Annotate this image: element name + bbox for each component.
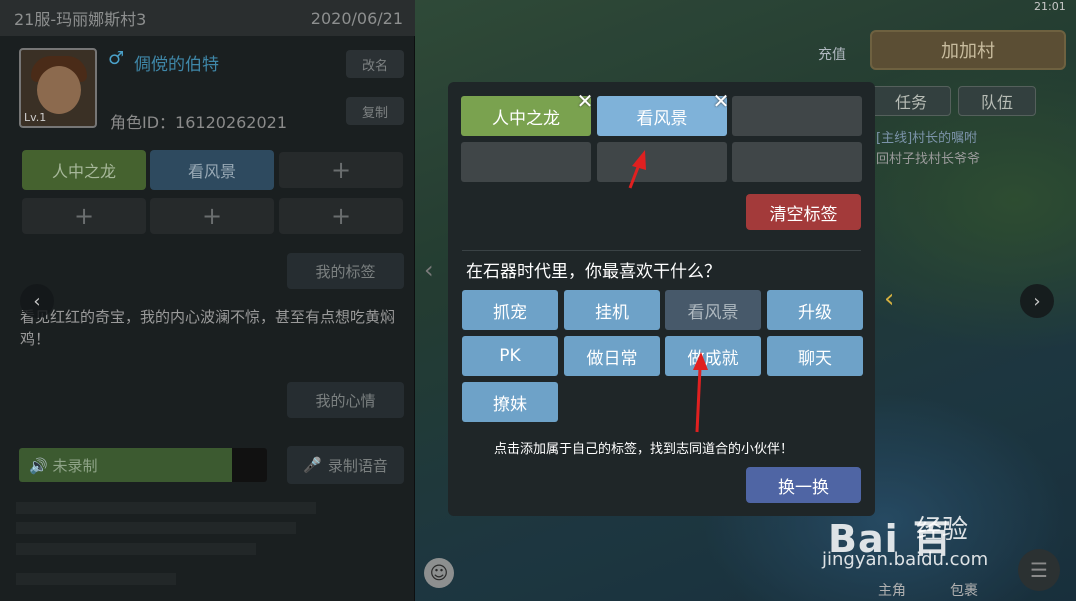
collapse-chevron-icon[interactable]: ‹ xyxy=(884,284,894,314)
selected-tag-2[interactable]: 看风景 ✕ xyxy=(597,91,729,136)
player-name: 倜傥的伯特 xyxy=(134,55,219,75)
menu-icon[interactable]: ☰ xyxy=(1018,549,1060,591)
selected-tag-label: 人中之龙 xyxy=(492,108,560,129)
close-icon[interactable]: ✕ xyxy=(711,91,731,111)
option-button[interactable]: PK xyxy=(462,336,558,376)
avatar[interactable]: Lv.1 xyxy=(19,48,97,128)
mood-text: 看见红红的奇宝，我的内心波澜不惊，甚至有点想吃黄焖鸡！ xyxy=(20,308,396,348)
faded-row xyxy=(16,543,256,555)
tag-selection-dialog: 人中之龙 ✕ 看风景 ✕ 清空标签 在石器时代里，你最喜欢干什么？ 抓宠 挂机 … xyxy=(448,82,875,516)
watermark-jingyan: 经验 xyxy=(916,515,969,545)
panel-header: 21服-玛丽娜斯村3 2020/06/21 xyxy=(0,0,415,36)
option-button[interactable]: 做日常 xyxy=(564,336,660,376)
profile-tag-2[interactable]: 看风景 xyxy=(150,150,274,190)
quest-desc: 回村子找村长爷爷 xyxy=(876,152,981,167)
empty-tag-slot xyxy=(732,96,862,136)
left-chevron-icon: ‹ xyxy=(424,256,434,284)
option-button[interactable]: 做成就 xyxy=(665,336,761,376)
empty-tag-slot xyxy=(732,142,862,182)
bag-menu-label[interactable]: 包裹 xyxy=(950,580,978,600)
role-id: 角色ID：16120262021 xyxy=(110,113,288,132)
my-mood-button[interactable]: 我的心情 xyxy=(287,382,404,418)
divider xyxy=(462,250,861,251)
copy-button[interactable]: 复制 xyxy=(346,97,404,125)
empty-tag-slot xyxy=(461,142,591,182)
profile-tag-1[interactable]: 人中之龙 xyxy=(22,150,146,190)
clear-tags-button[interactable]: 清空标签 xyxy=(746,194,861,230)
empty-tag-slot xyxy=(597,142,727,182)
village-button[interactable]: 加加村 xyxy=(870,30,1066,70)
question-text: 在石器时代里，你最喜欢干什么？ xyxy=(466,262,721,282)
add-tag-slot-4[interactable]: + xyxy=(22,198,146,234)
rename-button[interactable]: 改名 xyxy=(346,50,404,78)
tab-task[interactable]: 任务 xyxy=(871,86,951,116)
faded-row xyxy=(16,573,176,585)
clock: 21:01 xyxy=(1034,0,1066,13)
my-tags-button[interactable]: 我的标签 xyxy=(287,253,404,289)
record-status: 🔊 未录制 xyxy=(29,457,98,475)
add-tag-slot-3[interactable]: + xyxy=(279,152,403,188)
add-tag-slot-5[interactable]: + xyxy=(150,198,274,234)
character-menu-label[interactable]: 主角 xyxy=(878,580,906,600)
emoji-icon[interactable]: ☺ xyxy=(424,558,454,588)
hint-text: 点击添加属于自己的标签，找到志同道合的小伙伴！ xyxy=(494,442,794,457)
server-name: 21服-玛丽娜斯村3 xyxy=(14,10,147,29)
selected-tag-label: 看风景 xyxy=(636,108,688,129)
character-info-panel: 21服-玛丽娜斯村3 2020/06/21 Lv.1 ♂ 倜傥的伯特 改名 角色… xyxy=(0,0,415,601)
male-gender-icon: ♂ xyxy=(108,48,125,69)
prev-page-button[interactable]: ‹ xyxy=(20,284,54,318)
next-page-button[interactable]: › xyxy=(1020,284,1054,318)
option-button[interactable]: 升级 xyxy=(767,290,863,330)
recharge-button[interactable]: 充值 xyxy=(818,44,846,64)
watermark-url: jingyan.baidu.com xyxy=(822,549,989,570)
faded-row xyxy=(16,522,296,534)
faded-row xyxy=(16,502,316,514)
tab-team[interactable]: 队伍 xyxy=(958,86,1036,116)
option-button[interactable]: 撩妹 xyxy=(462,382,558,422)
option-button[interactable]: 抓宠 xyxy=(462,290,558,330)
close-icon[interactable]: ✕ xyxy=(575,91,595,111)
level-label: Lv.1 xyxy=(24,111,47,124)
record-voice-button[interactable]: 🎤 录制语音 xyxy=(287,446,404,484)
voice-record-bar[interactable]: 🔊 未录制 xyxy=(19,448,267,482)
option-button-selected[interactable]: 看风景 xyxy=(665,290,761,330)
swap-button[interactable]: 换一换 xyxy=(746,467,861,503)
selected-tag-1[interactable]: 人中之龙 ✕ xyxy=(461,91,593,136)
record-voice-label: 录制语音 xyxy=(327,456,388,475)
option-button[interactable]: 挂机 xyxy=(564,290,660,330)
quest-title[interactable]: [主线]村长的嘱咐 xyxy=(876,127,977,146)
add-tag-slot-6[interactable]: + xyxy=(279,198,403,234)
option-button[interactable]: 聊天 xyxy=(767,336,863,376)
microphone-icon: 🎤 xyxy=(303,456,322,474)
date-text: 2020/06/21 xyxy=(310,8,403,28)
